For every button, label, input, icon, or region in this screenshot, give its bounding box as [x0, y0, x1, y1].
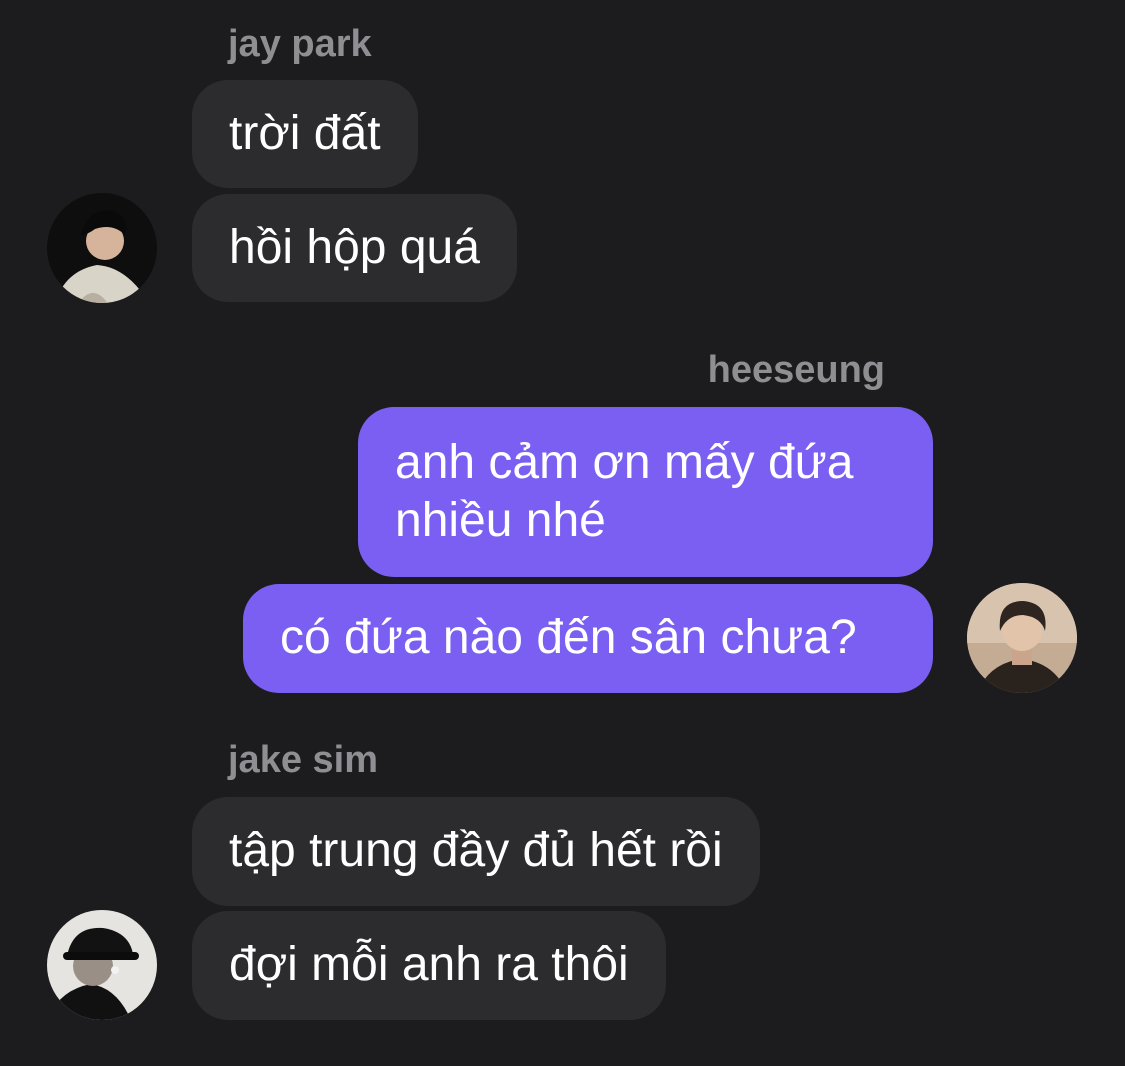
- avatar[interactable]: [47, 910, 157, 1020]
- sender-name: jay park: [228, 23, 372, 65]
- message-text: có đứa nào đến sân chưa?: [280, 611, 857, 664]
- user-avatar-icon: [47, 193, 157, 303]
- message-bubble[interactable]: có đứa nào đến sân chưa?: [243, 584, 933, 693]
- message-bubble[interactable]: trời đất: [192, 80, 418, 188]
- sender-name: jake sim: [228, 739, 378, 781]
- sender-name: heeseung: [707, 349, 885, 391]
- message-text: trời đất: [229, 107, 381, 160]
- message-text: tập trung đầy đủ hết rồi: [229, 824, 723, 877]
- message-bubble[interactable]: đợi mỗi anh ra thôi: [192, 911, 666, 1020]
- user-avatar-icon: [47, 910, 157, 1020]
- avatar[interactable]: [967, 583, 1077, 693]
- message-bubble[interactable]: anh cảm ơn mấy đứa nhiều nhé: [358, 407, 933, 577]
- message-bubble[interactable]: tập trung đầy đủ hết rồi: [192, 797, 760, 906]
- message-text-line: nhiều nhé: [395, 494, 606, 547]
- message-text: đợi mỗi anh ra thôi: [229, 938, 629, 991]
- avatar[interactable]: [47, 193, 157, 303]
- message-text: hồi hộp quá: [229, 221, 480, 274]
- user-avatar-icon: [967, 583, 1077, 693]
- message-bubble[interactable]: hồi hộp quá: [192, 194, 517, 302]
- message-text-line: anh cảm ơn mấy đứa: [395, 436, 854, 489]
